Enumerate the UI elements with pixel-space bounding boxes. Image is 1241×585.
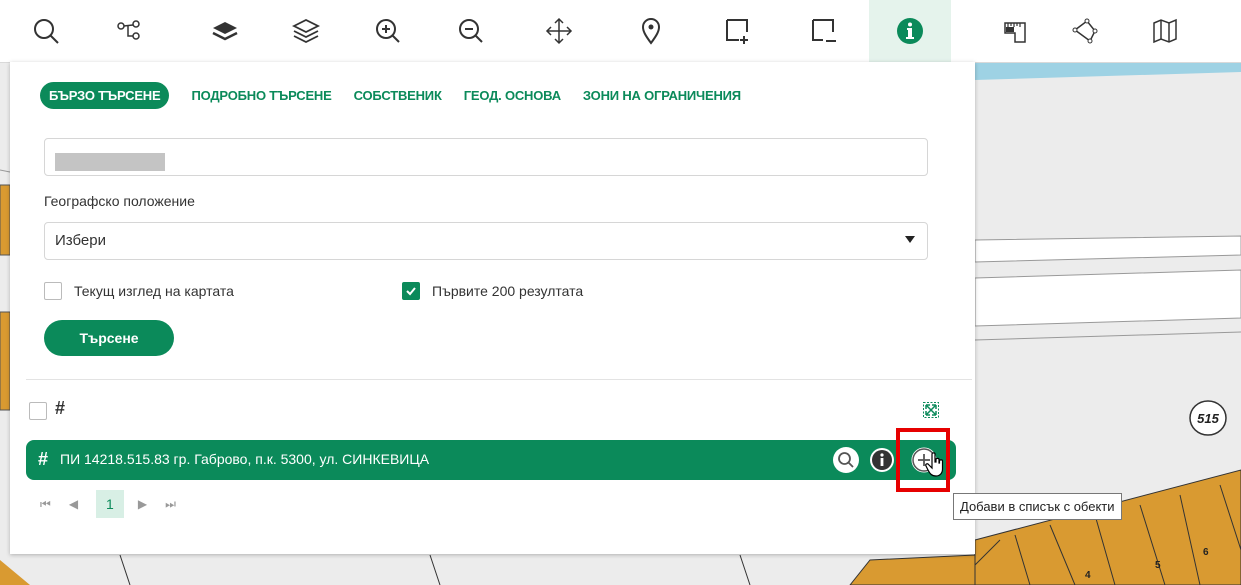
results-divider [26,379,972,380]
layers-outline-icon [291,18,321,44]
info-icon [897,18,923,44]
result-label: ПИ 14218.515.83 гр. Габрово, п.к. 5300, … [60,451,430,467]
map-toolbar [0,0,1241,63]
info-tool-button[interactable] [869,0,951,62]
measure-button[interactable] [985,0,1047,62]
search-panel: БЪРЗО ТЪРСЕНЕ ПОДРОБНО ТЪРСЕНЕ СОБСТВЕНИ… [10,62,975,554]
current-view-label: Текущ изглед на картата [74,283,234,299]
search-icon [34,19,59,44]
pan-button[interactable] [528,0,590,62]
select-remove-button[interactable] [793,0,855,62]
expand-icon[interactable] [923,402,939,418]
zoom-in-icon [376,19,400,43]
check-icon [406,287,416,296]
layers-filled-button[interactable] [194,0,256,62]
route-tool-button[interactable] [98,0,160,62]
hash-icon: # [55,398,66,418]
hash-icon: # [38,449,49,469]
tab-restriction-zones[interactable]: ЗОНИ НА ОГРАНИЧЕНИЯ [583,88,741,103]
zoom-in-button[interactable] [357,0,419,62]
result-info-icon[interactable] [868,446,896,474]
dropdown-arrow-icon [905,236,915,243]
tab-owner[interactable]: СОБСТВЕНИК [354,88,442,103]
prev-page-icon[interactable]: ◀ [69,497,78,511]
first200-label: Първите 200 резултата [432,283,584,299]
layers-filled-icon [212,22,238,41]
next-page-icon[interactable]: ▶ [138,497,147,511]
search-tool-button[interactable] [15,0,77,62]
tab-quick-search[interactable]: БЪРЗО ТЪРСЕНЕ [40,82,170,109]
redacted-search-text [55,153,165,171]
location-pin-button[interactable] [620,0,682,62]
search-tabs: БЪРЗО ТЪРСЕНЕ ПОДРОБНО ТЪРСЕНЕ СОБСТВЕНИ… [40,82,763,109]
map-label-4: 4 [1085,570,1091,581]
search-input[interactable] [44,138,928,176]
pan-icon [545,17,573,45]
current-view-option[interactable]: Текущ изглед на картата [44,282,234,300]
geo-location-select[interactable]: Избери [44,222,928,260]
polygon-button[interactable] [1054,0,1116,62]
map-label-5: 5 [1155,560,1161,571]
zoom-out-icon [459,19,483,43]
first200-option[interactable]: Първите 200 резултата [402,282,583,300]
add-to-list-tooltip: Добави в списък с обекти [953,493,1122,520]
select-remove-icon [812,19,836,42]
layers-outline-button[interactable] [275,0,337,62]
select-add-icon [726,19,748,44]
first200-checkbox[interactable] [402,282,420,300]
search-button[interactable]: Търсене [44,320,174,356]
tab-detailed-search[interactable]: ПОДРОБНО ТЪРСЕНЕ [191,88,331,103]
first-page-icon[interactable]: ⏮ [40,497,51,512]
geo-location-value: Избери [55,232,106,249]
result-row[interactable]: # ПИ 14218.515.83 гр. Габрово, п.к. 5300… [26,440,956,480]
current-view-checkbox[interactable] [44,282,62,300]
last-page-icon[interactable]: ⏭ [165,497,176,512]
measure-icon [1004,22,1026,43]
hand-cursor-icon [925,452,944,477]
route-icon [117,20,140,40]
location-pin-icon [641,18,661,45]
polygon-icon [1072,18,1098,44]
tab-geodetic-base[interactable]: ГЕОД. ОСНОВА [464,88,561,103]
map-label-6: 6 [1203,547,1209,558]
select-all-checkbox[interactable] [29,402,47,420]
zoom-to-result-icon[interactable] [832,446,860,474]
zoom-out-button[interactable] [440,0,502,62]
geo-location-label: Географско положение [44,193,195,209]
select-add-button[interactable] [707,0,769,62]
base-map-button[interactable] [1134,0,1196,62]
pagination: ⏮ ◀ 1 ▶ ⏭ [40,490,194,518]
current-page[interactable]: 1 [96,490,124,518]
map-icon [1153,18,1177,44]
map-label-515: 515 [1197,411,1219,426]
